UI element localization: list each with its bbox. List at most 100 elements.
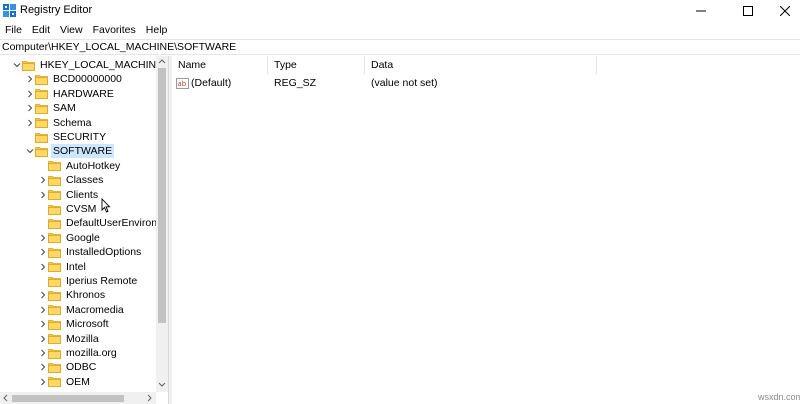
chevron-right-icon[interactable]	[38, 362, 48, 372]
tree-item[interactable]: InstalledOptions	[38, 245, 143, 259]
tree-item[interactable]: SAM	[25, 101, 78, 115]
tree-pane[interactable]: HKEY_LOCAL_MACHINE BCD00000000 HARDWARE SAM…	[0, 56, 168, 404]
tree-item[interactable]: SECURITY	[25, 130, 108, 144]
chevron-right-icon[interactable]	[38, 247, 48, 257]
folder-icon	[35, 74, 48, 85]
address-bar[interactable]: Computer\HKEY_LOCAL_MACHINE\SOFTWARE	[0, 39, 800, 55]
column-header-data[interactable]: Data	[365, 56, 597, 74]
minimize-button[interactable]	[678, 0, 724, 21]
tree-item[interactable]: AutoHotkey	[38, 159, 122, 173]
menu-view[interactable]: View	[55, 21, 88, 39]
tree-item-label: CVSM	[66, 203, 97, 215]
maximize-button[interactable]	[725, 0, 771, 21]
tree-item[interactable]: Schema	[25, 116, 94, 130]
scroll-up-icon[interactable]	[158, 58, 166, 66]
chevron-down-icon[interactable]	[25, 146, 35, 156]
chevron-right-icon[interactable]	[38, 305, 48, 315]
chevron-right-icon[interactable]	[38, 175, 48, 185]
tree-item[interactable]: SOFTWARE	[25, 144, 115, 159]
tree-item-label: AutoHotkey	[66, 159, 121, 172]
chevron-right-icon[interactable]	[25, 89, 35, 99]
chevron-right-icon[interactable]	[25, 118, 35, 128]
svg-text:ab: ab	[178, 80, 187, 88]
chevron-right-icon[interactable]	[25, 103, 35, 113]
tree-item[interactable]: Clients	[38, 188, 100, 202]
chevron-down-icon[interactable]	[12, 60, 22, 70]
menu-favorites[interactable]: Favorites	[88, 21, 141, 39]
column-header-name[interactable]: Name	[172, 56, 268, 74]
menu-edit[interactable]: Edit	[27, 21, 55, 39]
tree-item[interactable]: HARDWARE	[25, 87, 116, 101]
tree-item-label: Macromedia	[66, 303, 124, 316]
tree-vertical-scrollbar[interactable]	[156, 56, 168, 392]
chevron-right-icon[interactable]	[38, 233, 48, 243]
tree-horizontal-scrollbar[interactable]	[0, 392, 156, 404]
folder-icon	[48, 362, 61, 373]
folder-icon	[48, 204, 61, 215]
folder-icon	[48, 319, 61, 330]
tree-item[interactable]: Intel	[38, 260, 88, 274]
menu-file[interactable]: File	[0, 21, 27, 39]
tree-item[interactable]: HKEY_LOCAL_MACHINE	[12, 58, 165, 72]
minimize-icon	[696, 10, 706, 11]
tree-item[interactable]: OEM	[38, 375, 92, 389]
tree-item[interactable]: Macromedia	[38, 303, 126, 317]
vertical-scroll-thumb[interactable]	[158, 68, 166, 323]
folder-icon	[48, 377, 61, 388]
folder-icon	[35, 89, 48, 100]
folder-icon	[35, 118, 48, 128]
chevron-right-icon[interactable]	[38, 190, 48, 200]
watermark: wsxdn.com	[758, 392, 800, 402]
chevron-right-icon[interactable]	[38, 262, 48, 272]
tree-item-label: Mozilla	[66, 332, 99, 345]
maximize-icon	[743, 5, 753, 16]
chevron-right-icon[interactable]	[38, 290, 48, 300]
tree-item-label: Classes	[66, 174, 104, 187]
tree-item-label: Schema	[53, 116, 92, 129]
folder-icon	[48, 290, 61, 301]
folder-icon	[22, 60, 35, 71]
column-header-type[interactable]: Type	[268, 56, 365, 74]
mouse-cursor-icon	[101, 198, 111, 213]
scroll-left-icon[interactable]	[2, 394, 10, 402]
tree-item[interactable]: Google	[38, 231, 102, 245]
title-bar[interactable]: Registry Editor	[0, 0, 800, 21]
chevron-right-icon[interactable]	[38, 348, 48, 358]
tree-item[interactable]: Iperius Remote	[38, 274, 139, 288]
tree-item[interactable]: DefaultUserEnvironn	[38, 216, 165, 230]
menu-bar: File Edit View Favorites Help	[0, 21, 800, 39]
tree-item[interactable]: Khronos	[38, 288, 107, 302]
scroll-right-icon[interactable]	[145, 394, 153, 402]
folder-icon	[48, 262, 61, 272]
tree-item[interactable]: ODBC	[38, 360, 98, 374]
scroll-down-icon[interactable]	[158, 380, 166, 388]
tree-item[interactable]: Classes	[38, 173, 105, 187]
folder-icon	[35, 103, 48, 114]
horizontal-scroll-thumb[interactable]	[12, 395, 124, 402]
value-type: REG_SZ	[274, 77, 317, 89]
close-button[interactable]	[770, 0, 800, 21]
values-pane[interactable]: Name Type Data ab (Default) REG_SZ (valu…	[172, 56, 800, 404]
value-row-name[interactable]: ab (Default)	[176, 76, 231, 90]
chevron-right-icon[interactable]	[38, 377, 48, 387]
tree-item-label: InstalledOptions	[66, 246, 142, 259]
value-data: (value not set)	[371, 77, 438, 89]
tree-item[interactable]: CVSM	[38, 202, 98, 216]
tree-item-label: DefaultUserEnvironn	[66, 217, 163, 230]
chevron-right-icon[interactable]	[38, 334, 48, 344]
chevron-right-icon[interactable]	[25, 74, 35, 84]
chevron-right-icon[interactable]	[38, 319, 48, 329]
tree-item[interactable]: Microsoft	[38, 317, 111, 331]
window-title: Registry Editor	[20, 4, 93, 16]
menu-help[interactable]: Help	[141, 21, 173, 39]
tree-item[interactable]: Mozilla	[38, 332, 101, 346]
folder-icon	[48, 161, 61, 172]
tree-item[interactable]: mozilla.org	[38, 346, 119, 360]
folder-icon	[48, 348, 61, 359]
tree-item[interactable]: BCD00000000	[25, 72, 124, 86]
folder-icon	[48, 305, 61, 316]
